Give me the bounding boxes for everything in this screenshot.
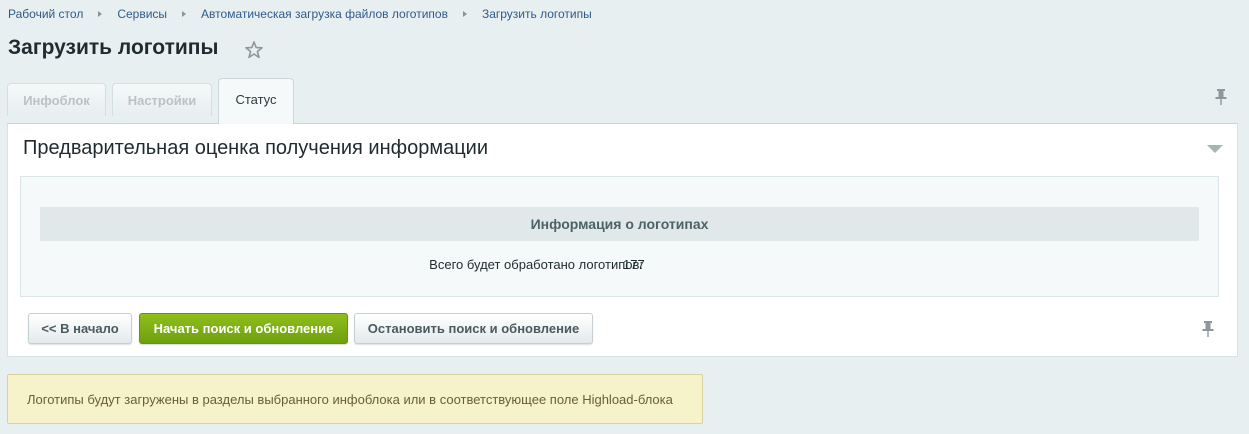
collapse-icon[interactable] — [1207, 145, 1223, 153]
tab-status[interactable]: Статус — [218, 78, 294, 124]
back-to-start-button[interactable]: << В начало — [28, 313, 132, 344]
page-title: Загрузить логотипы — [8, 36, 219, 59]
stop-search-button[interactable]: Остановить поиск и обновление — [354, 313, 593, 344]
info-row: Всего будет обработано логотипов: 177 — [21, 257, 1218, 273]
info-value: 177 — [623, 257, 645, 272]
breadcrumb-desktop[interactable]: Рабочий стол — [8, 7, 83, 21]
tab-infoblock[interactable]: Инфоблок — [7, 83, 106, 116]
info-note: Логотипы будут загружены в разделы выбра… — [7, 374, 703, 424]
info-box: Информация о логотипах Всего будет обраб… — [20, 176, 1219, 297]
breadcrumb-auto-upload[interactable]: Автоматическая загрузка файлов логотипов — [201, 7, 448, 21]
section-title: Предварительная оценка получения информа… — [23, 137, 489, 159]
breadcrumb-current[interactable]: Загрузить логотипы — [482, 7, 592, 21]
breadcrumb-separator-icon — [182, 11, 187, 17]
breadcrumb-separator-icon — [98, 11, 103, 17]
star-icon[interactable] — [244, 40, 264, 60]
breadcrumb: Рабочий стол Сервисы Автоматическая загр… — [8, 7, 592, 21]
tab-settings[interactable]: Настройки — [112, 83, 212, 116]
breadcrumb-services[interactable]: Сервисы — [117, 7, 167, 21]
pin-icon[interactable] — [1201, 320, 1215, 338]
info-label: Всего будет обработано логотипов: — [429, 257, 643, 272]
status-panel: Предварительная оценка получения информа… — [7, 123, 1238, 357]
info-header: Информация о логотипах — [40, 207, 1199, 241]
breadcrumb-separator-icon — [462, 11, 467, 17]
pin-icon[interactable] — [1214, 88, 1228, 106]
start-search-button[interactable]: Начать поиск и обновление — [139, 313, 348, 344]
